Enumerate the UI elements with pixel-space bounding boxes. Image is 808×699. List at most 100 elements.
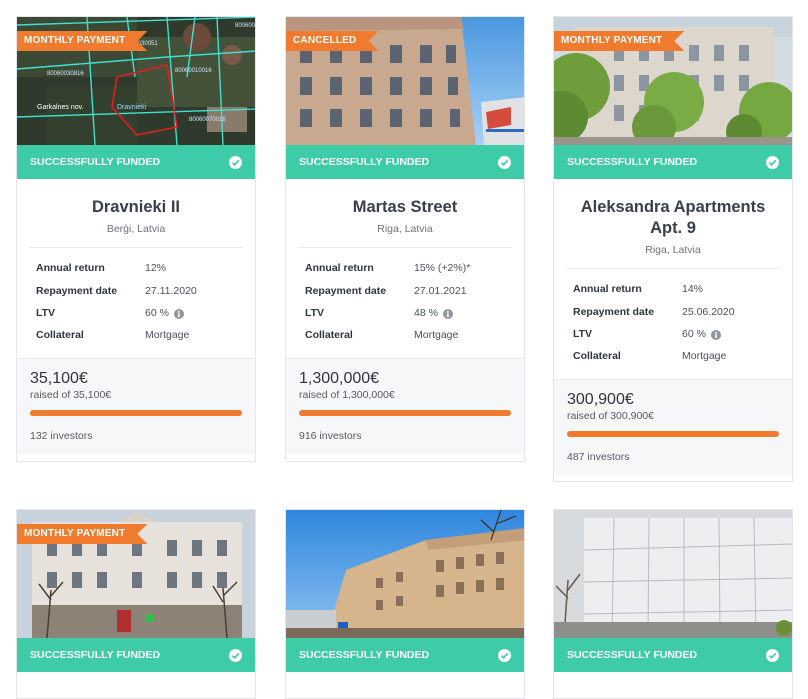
term-label: LTV: [36, 306, 56, 319]
project-location: Riga, Latvia: [645, 244, 701, 256]
check-circle-icon: [766, 648, 779, 662]
project-location: Berģi, Latvia: [106, 223, 166, 235]
check-circle-icon: [766, 155, 779, 169]
term-value: Mortgage: [414, 329, 459, 342]
funding-status-text: SUCCESSFULLY FUNDED: [567, 649, 698, 661]
term-value: 27.01.2021: [414, 284, 467, 297]
project-photo[interactable]: 80060030816 80060010016 80060070016 8006…: [17, 17, 255, 145]
term-label: Collateral: [36, 329, 84, 342]
project-photo[interactable]: MONTHLY PAYMENT: [554, 17, 792, 145]
project-title[interactable]: Martas Street: [298, 197, 512, 218]
project-photo[interactable]: [286, 510, 524, 638]
funding-progress-bar: [30, 409, 242, 416]
term-label: Repayment date: [573, 305, 655, 318]
term-label: Annual return: [305, 262, 374, 275]
payment-type-badge: MONTHLY PAYMENT: [554, 31, 684, 51]
term-label: Collateral: [305, 329, 353, 342]
info-icon[interactable]: i: [710, 329, 721, 340]
term-value: 14%: [682, 283, 704, 296]
svg-text:80060070016: 80060070016: [189, 117, 226, 123]
term-label: Collateral: [573, 350, 621, 363]
info-icon[interactable]: i: [173, 308, 184, 319]
info-icon[interactable]: i: [442, 308, 453, 319]
funding-status-text: SUCCESSFULLY FUNDED: [30, 649, 161, 661]
target-amount: raised of 300,900€: [567, 409, 654, 422]
building-image: [554, 510, 792, 638]
divider: [298, 247, 512, 248]
term-row: Collateral Mortgage: [566, 345, 780, 367]
funding-status-bar: SUCCESSFULLY FUNDED: [554, 638, 792, 672]
loan-terms: Annual return 14% Repayment date 25.06.202…: [566, 278, 780, 368]
building-image: [286, 510, 524, 638]
term-row: Annual return 14%: [566, 278, 780, 300]
investor-count: 132 investors: [30, 429, 93, 442]
investor-count: 487 investors: [567, 450, 630, 463]
check-circle-icon: [229, 648, 242, 662]
funding-progress-bar: [567, 430, 779, 437]
project-title[interactable]: Dravnieki II: [29, 197, 243, 218]
term-row: LTV 48 % i: [298, 302, 512, 324]
check-circle-icon: [498, 155, 511, 169]
project-title[interactable]: Aleksandra Apartments Apt. 9: [566, 197, 780, 239]
check-circle-icon: [498, 648, 511, 662]
funding-status-text: SUCCESSFULLY FUNDED: [299, 649, 430, 661]
term-value: Mortgage: [682, 350, 727, 363]
term-label: LTV: [573, 327, 593, 340]
project-card[interactable]: 80060030816 80060010016 80060070016 8006…: [16, 16, 256, 462]
project-photo[interactable]: [554, 510, 792, 638]
svg-text:80060010016: 80060010016: [175, 68, 212, 74]
divider: [29, 247, 243, 248]
term-value: 60 %: [682, 327, 706, 340]
divider: [566, 268, 780, 269]
loan-terms: Annual return 15% (+2%)* Repayment date 27…: [298, 257, 512, 347]
project-card[interactable]: SUCCESSFULLY FUNDED: [285, 509, 525, 699]
funding-status-text: SUCCESSFULLY FUNDED: [567, 156, 698, 168]
term-row: Repayment date 27.11.2020: [29, 279, 243, 301]
term-value: Mortgage: [145, 329, 190, 342]
funding-status-bar: SUCCESSFULLY FUNDED: [286, 145, 524, 179]
svg-text:80060030816: 80060030816: [47, 71, 84, 77]
project-status-badge: CANCELLED: [286, 31, 378, 51]
funding-progress-bar: [299, 409, 511, 416]
project-card[interactable]: CANCELLED SUCCESSFULLY FUNDED Martas Str…: [285, 16, 525, 462]
investor-count: 916 investors: [299, 429, 362, 442]
term-row: Repayment date 27.01.2021: [298, 279, 512, 301]
funding-section: 300,900€ raised of 300,900€ 487 investor…: [554, 378, 792, 475]
term-row: LTV 60 % i: [29, 302, 243, 324]
target-amount: raised of 35,100€: [30, 388, 112, 401]
project-photo[interactable]: CANCELLED: [286, 17, 524, 145]
term-row: Annual return 15% (+2%)*: [298, 257, 512, 279]
term-label: Repayment date: [36, 284, 118, 297]
funding-section: 1,300,000€ raised of 1,300,000€ 916 inve…: [286, 357, 524, 454]
raised-amount: 300,900€: [567, 390, 634, 408]
map-label: Dravnieki: [117, 104, 147, 111]
funding-status-bar: SUCCESSFULLY FUNDED: [554, 145, 792, 179]
term-label: Annual return: [36, 262, 105, 275]
term-row: Repayment date 25.06.2020: [566, 300, 780, 322]
map-label: Garkalnes nov.: [37, 104, 84, 111]
check-circle-icon: [229, 155, 242, 169]
funding-status-bar: SUCCESSFULLY FUNDED: [17, 638, 255, 672]
project-photo[interactable]: MONTHLY PAYMENT: [17, 510, 255, 638]
project-location: Riga, Latvia: [377, 223, 433, 235]
target-amount: raised of 1,300,000€: [299, 388, 395, 401]
term-value: 12%: [145, 262, 167, 275]
funding-status-text: SUCCESSFULLY FUNDED: [30, 156, 161, 168]
project-card[interactable]: MONTHLY PAYMENT SUCCESSFULLY FUNDED: [16, 509, 256, 699]
term-label: Annual return: [573, 283, 642, 296]
funding-status-bar: SUCCESSFULLY FUNDED: [286, 638, 524, 672]
project-card[interactable]: SUCCESSFULLY FUNDED: [553, 509, 793, 699]
term-value: 48 %: [414, 306, 438, 319]
term-row: Collateral Mortgage: [298, 324, 512, 346]
term-value: 60 %: [145, 306, 169, 319]
raised-amount: 1,300,000€: [299, 369, 380, 387]
term-row: Annual return 12%: [29, 257, 243, 279]
project-card[interactable]: MONTHLY PAYMENT SUCCESSFULLY FUNDED Alek…: [553, 16, 793, 482]
funding-status-text: SUCCESSFULLY FUNDED: [299, 156, 430, 168]
payment-type-badge: MONTHLY PAYMENT: [17, 524, 147, 544]
svg-text:80060010: 80060010: [235, 23, 255, 29]
term-value: 25.06.2020: [682, 305, 735, 318]
funding-status-bar: SUCCESSFULLY FUNDED: [17, 145, 255, 179]
funding-section: 35,100€ raised of 35,100€ 132 investors: [17, 357, 255, 454]
term-value: 27.11.2020: [145, 284, 197, 297]
